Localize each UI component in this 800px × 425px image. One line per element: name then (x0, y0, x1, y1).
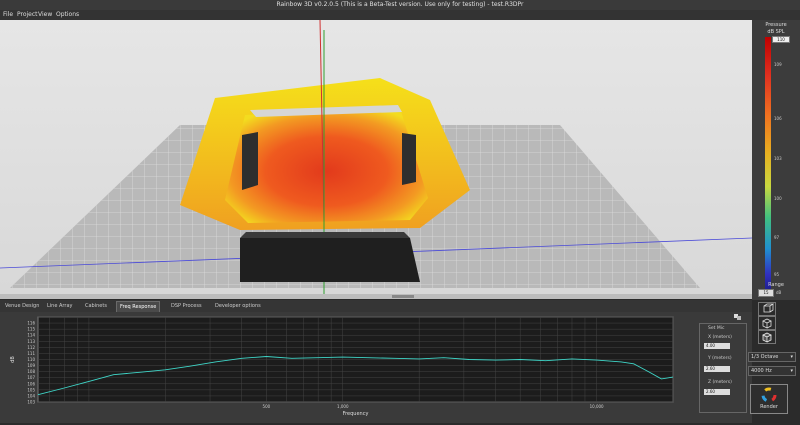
frequency-select-value: 4000 Hz (751, 368, 772, 374)
venue-scene (0, 20, 752, 295)
y-tick-label: 113 (27, 339, 35, 344)
z-input[interactable]: 2.60 (704, 389, 730, 395)
window-title: Rainbow 3D v0.2.0.5 (This is a Beta-Test… (276, 1, 524, 8)
y-tick-label: 115 (27, 327, 35, 332)
pressure-colorbar (765, 37, 771, 295)
y-tick-label: 107 (27, 375, 35, 380)
legend-tick: 97 (774, 235, 780, 240)
y-input[interactable]: 2.60 (704, 366, 730, 372)
x-input[interactable]: 4.00 (704, 343, 730, 349)
freq-response-chart: 116115114113112111110109108107106105104 1… (10, 316, 674, 417)
y-label: Y (meters) (708, 356, 732, 361)
left-line-array (242, 132, 258, 190)
y-tick-label: 109 (27, 363, 35, 368)
y-tick-label: 105 (27, 387, 35, 392)
legend-tick: 103 (774, 156, 782, 161)
y-tick-label: 106 (27, 381, 35, 386)
range-unit: dB (776, 290, 782, 295)
stage-block (240, 238, 420, 282)
z-label: Z (meters) (708, 380, 732, 385)
y-tick-label: 108 (27, 369, 35, 374)
y-tick-label: 114 (27, 333, 35, 338)
freq-response-panel: 116 115 114 113 112 111 110 109 108 107 106 105 104 1… (0, 312, 752, 423)
x-tick-label: 500 (263, 404, 271, 409)
render-button[interactable]: Render (750, 384, 788, 414)
menu-project[interactable]: Project (17, 11, 38, 18)
y-tick-label: 104 (27, 393, 35, 398)
scroll-thumb[interactable] (392, 295, 414, 298)
3d-viewport[interactable] (0, 20, 752, 295)
stage-top (240, 232, 410, 238)
y-tick-label: 112 (27, 345, 35, 350)
x-tick-label: 1,000 (337, 404, 349, 409)
view-cube-side-icon[interactable] (758, 316, 776, 330)
tab-dsp-process[interactable]: DSP Process (168, 301, 205, 311)
legend-tick: 95 (774, 272, 780, 277)
render-label: Render (760, 404, 778, 410)
frequency-select[interactable]: 4000 Hz ▾ (748, 366, 796, 376)
right-line-array (402, 133, 416, 185)
range-label: Range (768, 282, 784, 288)
legend-tick: 109 (774, 62, 782, 67)
menu-options[interactable]: Options (56, 11, 79, 18)
chevron-down-icon: ▾ (790, 354, 793, 360)
set-mic-title: Set Mic (708, 326, 725, 331)
menu-file[interactable]: File (3, 11, 13, 18)
range-input[interactable]: 15 (758, 289, 774, 297)
legend-max[interactable]: 110 (772, 36, 790, 43)
legend-tick: 100 (774, 196, 782, 201)
tab-cabinets[interactable]: Cabinets (82, 301, 110, 311)
chart-options-icon[interactable] (733, 313, 743, 321)
color-wheel-icon (761, 387, 777, 403)
title-bar: Rainbow 3D v0.2.0.5 (This is a Beta-Test… (0, 0, 800, 10)
pressure-legend: Pressure dB SPL 110 109 106 103 100 97 9… (752, 20, 800, 300)
menu-view[interactable]: View (38, 11, 52, 18)
legend-title: Pressure (765, 22, 787, 28)
tab-developer-options[interactable]: Developer options (212, 301, 264, 311)
legend-tick: 106 (774, 116, 782, 121)
set-mic-group: Set Mic X (meters) 4.00 Y (meters) 2.60 … (699, 323, 747, 413)
view-cube-iso-icon[interactable] (758, 330, 776, 344)
x-tick-label: 10,000 (590, 404, 604, 409)
y-axis-label: dB (10, 356, 16, 363)
x-label: X (meters) (708, 335, 732, 340)
y-tick-label: 116 (27, 321, 35, 326)
y-tick-label: 111 (27, 351, 35, 356)
chevron-down-icon: ▾ (790, 368, 793, 374)
y-tick-label: 103 (27, 400, 35, 405)
octave-select[interactable]: 1/3 Octave ▾ (748, 352, 796, 362)
legend-unit: dB SPL (767, 29, 785, 35)
tab-venue-design[interactable]: Venue Design (2, 301, 42, 311)
y-tick-label: 110 (27, 357, 35, 362)
viewport-scrollbar[interactable] (0, 294, 752, 299)
x-axis-label: Frequency (343, 411, 369, 417)
octave-select-value: 1/3 Octave (751, 354, 779, 360)
view-cube-front-icon[interactable] (758, 302, 776, 316)
tab-line-array[interactable]: Line Array (44, 301, 75, 311)
menu-bar: File Project View Options (0, 10, 800, 20)
tab-bar: Venue Design Line Array Cabinets Freq Re… (0, 300, 752, 313)
